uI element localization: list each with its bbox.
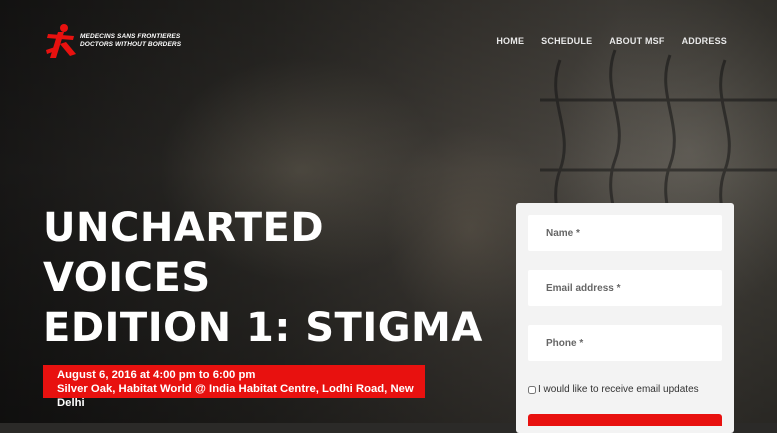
nav-schedule[interactable]: SCHEDULE <box>541 36 592 46</box>
logo-line-1: MEDECINS SANS FRONTIERES <box>80 33 181 40</box>
main-nav: HOME SCHEDULE ABOUT MSF ADDRESS <box>496 36 727 46</box>
title-line-2: VOICES <box>43 255 211 301</box>
submit-button[interactable] <box>528 414 722 426</box>
email-updates-checkbox[interactable] <box>528 385 536 394</box>
title-line-1: UNCHARTED <box>43 205 325 251</box>
logo-wordmark: MEDECINS SANS FRONTIERES DOCTORS WITHOUT… <box>80 33 181 49</box>
registration-form: I would like to receive email updates <box>516 203 734 433</box>
event-details-banner: August 6, 2016 at 4:00 pm to 6:00 pm Sil… <box>43 365 425 409</box>
email-updates-optin[interactable]: I would like to receive email updates <box>528 384 699 395</box>
title-line-3: EDITION 1: STIGMA <box>43 305 483 351</box>
nav-home[interactable]: HOME <box>496 36 524 46</box>
email-field[interactable] <box>528 270 722 306</box>
event-venue: Silver Oak, Habitat World @ India Habita… <box>57 383 414 409</box>
page-title: UNCHARTED VOICES EDITION 1: STIGMA <box>43 203 483 353</box>
nav-about-msf[interactable]: ABOUT MSF <box>609 36 664 46</box>
msf-running-man-icon <box>46 24 76 58</box>
msf-logo[interactable]: MEDECINS SANS FRONTIERES DOCTORS WITHOUT… <box>44 22 181 60</box>
email-updates-label: I would like to receive email updates <box>538 384 699 395</box>
logo-line-2: DOCTORS WITHOUT BORDERS <box>80 41 182 48</box>
event-datetime: August 6, 2016 at 4:00 pm to 6:00 pm <box>57 369 256 381</box>
name-field[interactable] <box>528 215 722 251</box>
nav-address[interactable]: ADDRESS <box>682 36 727 46</box>
phone-field[interactable] <box>528 325 722 361</box>
